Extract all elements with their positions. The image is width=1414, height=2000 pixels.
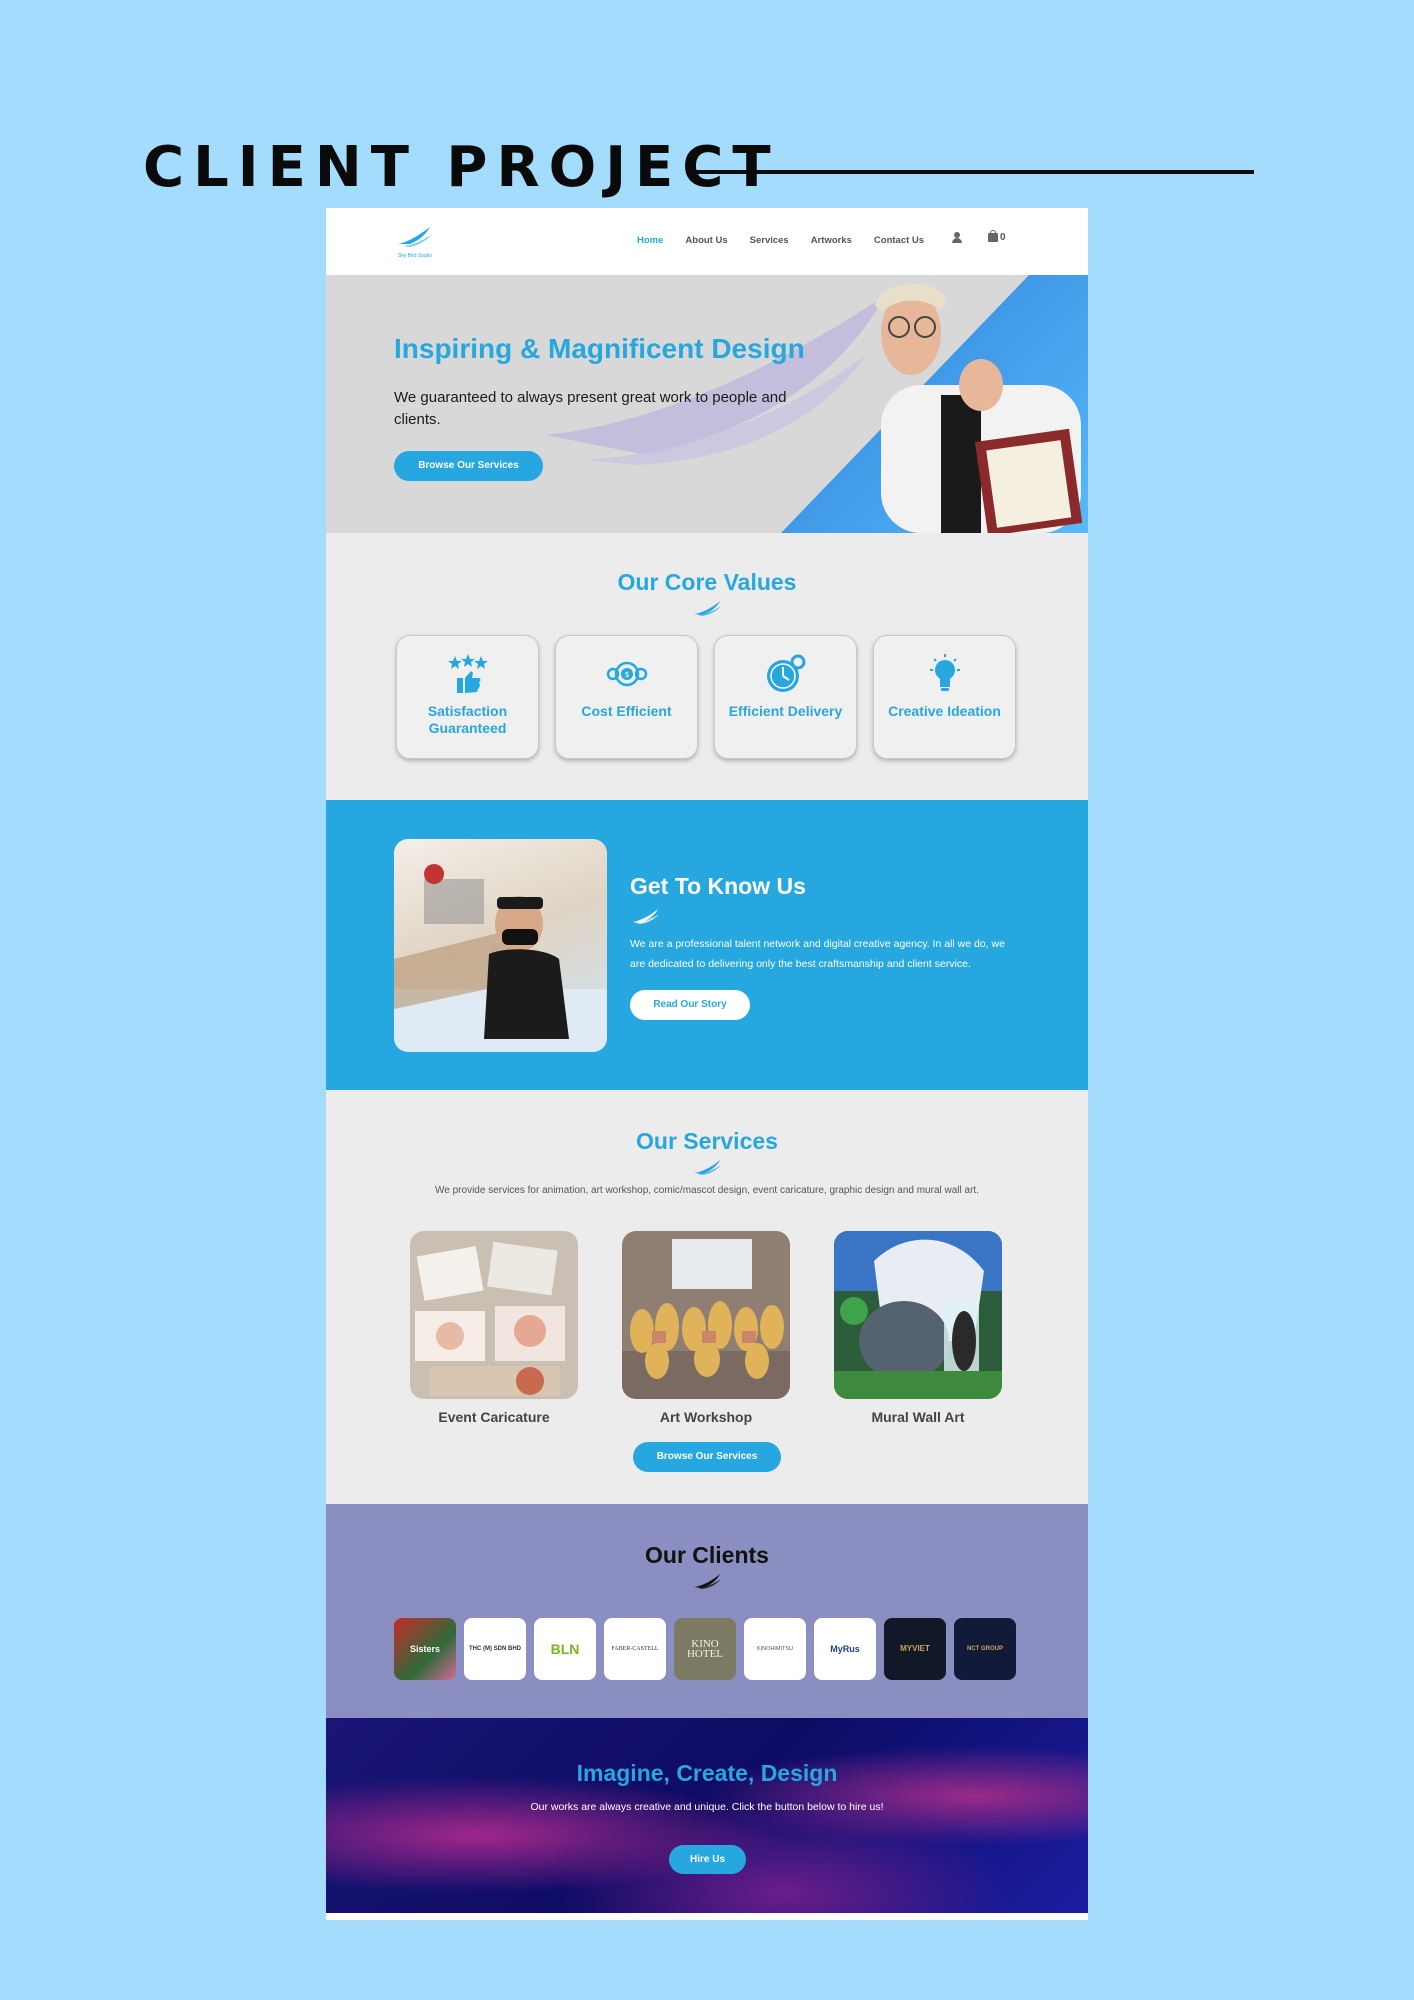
browse-services-button[interactable]: Browse Our Services [394, 451, 543, 481]
thumbs-up-stars-icon [447, 654, 488, 693]
cart-count: 0 [1000, 232, 1006, 243]
cta-title: Imagine, Create, Design [576, 1760, 838, 1786]
client-logo-myviet: MYVIET [884, 1618, 946, 1680]
nav-contact-us[interactable]: Contact Us [874, 235, 924, 246]
nav-artworks[interactable]: Artworks [811, 235, 852, 246]
header-icons: 0 [952, 230, 1006, 243]
main-nav: Home About Us Services Artworks Contact … [637, 235, 924, 246]
client-logo-kino-hotel: KINO HOTEL [674, 1618, 736, 1680]
mural-image [834, 1231, 1002, 1399]
browse-services-button-2[interactable]: Browse Our Services [633, 1442, 781, 1472]
client-logo-nct-group: NCT GROUP [954, 1618, 1016, 1680]
know-us-text: We are a professional talent network and… [630, 938, 1005, 970]
shopping-bag-icon [988, 230, 998, 242]
hero-title: Inspiring & Magnificent Design [394, 333, 805, 364]
know-us-section: Get To Know Us We are a professional tal… [326, 800, 1088, 1090]
value-label: Efficient Delivery [728, 703, 843, 719]
caricature-image [410, 1231, 578, 1399]
svg-text:$: $ [624, 670, 629, 679]
value-label: Cost Efficient [581, 703, 672, 719]
site-header: Sky Bird Studio Home About Us Services A… [326, 208, 1088, 275]
logo-text: Sky Bird Studio [397, 253, 433, 259]
cta-section: Imagine, Create, Design Our works are al… [326, 1718, 1088, 1913]
value-label: Creative Ideation [888, 703, 1001, 719]
service-item-caricature[interactable]: Event Caricature [410, 1231, 578, 1425]
services-section: Our Services We provide services for ani… [326, 1090, 1088, 1504]
clients-title: Our Clients [645, 1542, 769, 1568]
client-logo-bln: BLN [534, 1618, 596, 1680]
cta-text: Our works are always creative and unique… [530, 1801, 884, 1813]
hire-us-button[interactable]: Hire Us [669, 1845, 746, 1874]
service-label: Event Caricature [438, 1409, 550, 1425]
site-logo[interactable]: Sky Bird Studio [394, 224, 436, 259]
client-logo-kinohimitsu: KINOHIMITSU [744, 1618, 806, 1680]
wing-divider-icon [694, 1160, 721, 1175]
value-card-creative: Creative Ideation [873, 635, 1016, 759]
nav-services[interactable]: Services [750, 235, 789, 246]
poster-divider-line [686, 170, 1254, 174]
value-card-delivery: Efficient Delivery [714, 635, 857, 759]
hero-subtitle: We guaranteed to always present great wo… [394, 389, 787, 428]
client-logo-faber-castell: FABER-CASTELL [604, 1618, 666, 1680]
lightbulb-icon [929, 654, 960, 691]
caricature-image-art [410, 1231, 578, 1399]
service-item-mural[interactable]: Mural Wall Art [834, 1231, 1002, 1425]
clients-section: Our Clients Sisters THC (M) SDN BHD BLN … [326, 1504, 1088, 1718]
know-us-title: Get To Know Us [630, 873, 806, 899]
clock-gear-icon [766, 654, 805, 692]
services-list: Event Caricature Art Workshop Mural Wall… [410, 1231, 1002, 1425]
service-label: Mural Wall Art [871, 1409, 965, 1425]
mural-image-art [834, 1231, 1002, 1399]
wing-divider-icon [694, 1574, 721, 1589]
hero-section: Inspiring & Magnificent Design We guaran… [326, 275, 1088, 533]
core-values-section: Our Core Values Satisfaction Guaranteed [326, 533, 1088, 800]
workshop-image-art [622, 1231, 790, 1399]
client-logo-thc: THC (M) SDN BHD [464, 1618, 526, 1680]
read-our-story-button[interactable]: Read Our Story [630, 990, 750, 1020]
client-logos: Sisters THC (M) SDN BHD BLN FABER-CASTEL… [394, 1618, 1016, 1680]
value-label: Satisfaction Guaranteed [427, 703, 508, 736]
services-description: We provide services for animation, art w… [435, 1185, 979, 1196]
wing-divider-icon [694, 601, 721, 616]
workshop-image [622, 1231, 790, 1399]
bird-wing-icon [398, 227, 432, 247]
website-mockup: Sky Bird Studio Home About Us Services A… [326, 208, 1088, 1920]
client-logo-myrus: MyRus [814, 1618, 876, 1680]
services-title: Our Services [636, 1128, 778, 1154]
value-card-satisfaction: Satisfaction Guaranteed [396, 635, 539, 759]
nav-home[interactable]: Home [637, 235, 663, 246]
user-icon[interactable] [952, 232, 962, 243]
service-label: Art Workshop [659, 1409, 753, 1425]
core-values-cards: Satisfaction Guaranteed $ Cost Efficient [396, 635, 1016, 759]
poster-title: CLIENT PROJECT [143, 135, 780, 200]
artist-photo-art [394, 864, 607, 1052]
wing-divider-icon [632, 909, 659, 924]
core-values-title: Our Core Values [617, 569, 797, 595]
nav-about-us[interactable]: About Us [685, 235, 727, 246]
service-item-workshop[interactable]: Art Workshop [622, 1231, 790, 1425]
coin-gears-icon: $ [606, 661, 647, 687]
value-card-cost: $ Cost Efficient [555, 635, 698, 759]
artist-photo [394, 839, 607, 1052]
hero-portrait-image [875, 284, 1083, 533]
cart-button[interactable]: 0 [988, 230, 1006, 243]
client-logo-sisters: Sisters [394, 1618, 456, 1680]
